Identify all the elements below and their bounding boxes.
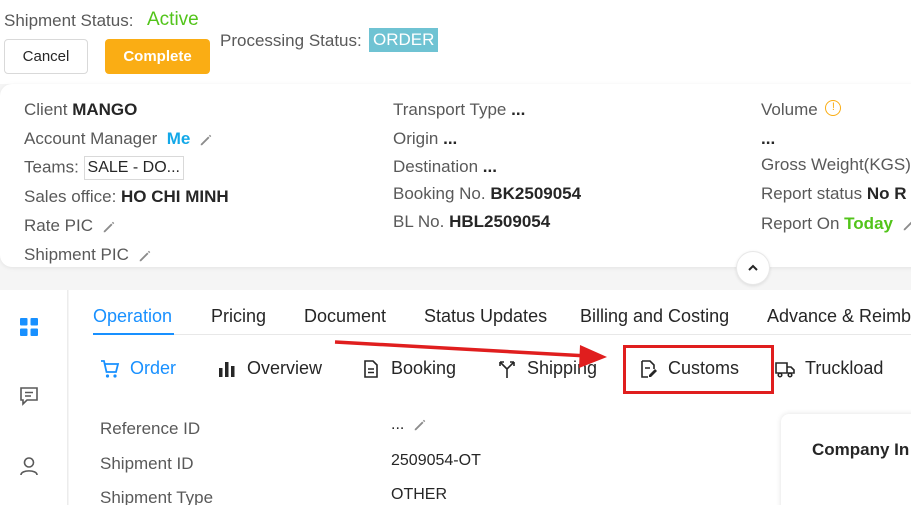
tabs-divider: [93, 334, 911, 335]
tab-status-updates[interactable]: Status Updates: [424, 306, 547, 327]
dashboard-icon[interactable]: [18, 316, 40, 338]
shipment-pic-field: Shipment PIC: [24, 245, 152, 265]
teams-label: Teams:: [24, 157, 79, 177]
reference-id-value: ...: [391, 416, 427, 434]
edit-reference-id-icon[interactable]: [413, 418, 427, 432]
processing-status-badge: ORDER: [369, 28, 439, 52]
origin-value: ...: [443, 129, 458, 148]
transport-type-label: Transport Type: [393, 100, 507, 119]
report-status-value: No R: [866, 184, 907, 203]
active-tab-indicator: [93, 333, 174, 335]
message-icon[interactable]: [18, 385, 40, 407]
subtab-order-label: Order: [130, 358, 177, 378]
company-info-card: Company In: [781, 414, 911, 505]
user-icon[interactable]: [18, 455, 40, 477]
shipment-id-value: 2509054-OT: [391, 452, 481, 469]
tab-document[interactable]: Document: [304, 306, 386, 327]
collapse-button[interactable]: [736, 251, 770, 285]
edit-shipment-pic-icon[interactable]: [138, 249, 152, 263]
volume-field: Volume !: [761, 100, 842, 120]
left-sidebar: [0, 290, 68, 505]
shipment-info-card: Client MANGO Account Manager Me Teams: S…: [0, 84, 911, 267]
booking-no-label: Booking No.: [393, 184, 486, 203]
account-manager-field: Account Manager Me: [24, 129, 213, 149]
booking-no-field: Booking No. BK2509054: [393, 184, 581, 204]
edit-account-manager-icon[interactable]: [199, 133, 213, 147]
account-manager-label: Account Manager: [24, 129, 158, 148]
volume-label: Volume: [761, 100, 818, 119]
client-value: MANGO: [72, 100, 138, 119]
subtab-overview-label: Overview: [247, 358, 323, 378]
client-field: Client MANGO: [24, 100, 137, 120]
client-label: Client: [24, 100, 68, 119]
volume-value: ...: [761, 129, 776, 148]
subtab-truckload[interactable]: Truckload: [775, 358, 883, 379]
cart-icon: [101, 359, 120, 378]
subtab-shipping[interactable]: Shipping: [497, 358, 597, 379]
complete-button[interactable]: Complete: [105, 39, 210, 74]
shipment-pic-label: Shipment PIC: [24, 245, 129, 264]
tab-pricing[interactable]: Pricing: [211, 306, 266, 327]
reference-id-text: ...: [391, 416, 405, 433]
info-icon[interactable]: !: [825, 100, 842, 116]
origin-field: Origin ...: [393, 129, 457, 149]
tab-billing-and-costing[interactable]: Billing and Costing: [580, 306, 729, 327]
booking-no-value: BK2509054: [490, 184, 582, 203]
truck-icon: [775, 361, 795, 378]
report-on-label: Report On: [761, 214, 840, 233]
document-icon: [364, 359, 378, 378]
transport-type-field: Transport Type ...: [393, 100, 525, 120]
subtab-booking[interactable]: Booking: [361, 358, 456, 379]
shipment-id-label: Shipment ID: [100, 454, 194, 473]
highlight-box: [623, 345, 774, 394]
shipment-status-label: Shipment Status:: [4, 11, 134, 30]
shipment-type-value: OTHER: [391, 486, 447, 503]
chevron-up-icon: [748, 264, 758, 271]
shipment-status-value: Active: [147, 9, 199, 30]
destination-label: Destination: [393, 157, 479, 176]
subtab-booking-label: Booking: [391, 358, 457, 378]
cancel-button[interactable]: Cancel: [4, 39, 88, 74]
subtab-truckload-label: Truckload: [805, 358, 884, 378]
split-arrows-icon: [499, 360, 515, 378]
account-manager-value: Me: [166, 129, 191, 148]
tab-operation[interactable]: Operation: [93, 306, 172, 327]
destination-value: ...: [482, 157, 497, 176]
gross-weight-field: Gross Weight(KGS): [761, 155, 911, 175]
subtab-overview[interactable]: Overview: [217, 358, 322, 379]
destination-field: Destination ...: [393, 157, 497, 177]
rate-pic-field: Rate PIC: [24, 216, 116, 236]
tab-advance-reimbursement[interactable]: Advance & Reimbu: [767, 306, 911, 327]
volume-value-field: ...: [761, 129, 775, 149]
subtab-shipping-label: Shipping: [527, 358, 598, 378]
shipment-header: Shipment Status: Active Cancel Complete …: [0, 0, 911, 84]
sales-office-label: Sales office:: [24, 187, 117, 206]
bl-no-value: HBL2509054: [449, 212, 551, 231]
company-info-title: Company In: [812, 440, 910, 459]
sales-office-field: Sales office: HO CHI MINH: [24, 187, 229, 207]
bl-no-label: BL No.: [393, 212, 445, 231]
gross-weight-label: Gross Weight(KGS): [761, 155, 911, 174]
rate-pic-label: Rate PIC: [24, 216, 93, 235]
bl-no-field: BL No. HBL2509054: [393, 212, 550, 232]
edit-report-on-icon[interactable]: [902, 218, 911, 232]
report-status-field: Report status No R: [761, 184, 907, 204]
report-on-field: Report On Today: [761, 214, 911, 234]
sales-office-value: HO CHI MINH: [121, 187, 229, 206]
subtab-order[interactable]: Order: [100, 358, 176, 379]
transport-type-value: ...: [511, 100, 526, 119]
report-status-label: Report status: [761, 184, 863, 203]
report-on-value: Today: [844, 214, 893, 233]
origin-label: Origin: [393, 129, 439, 148]
teams-value[interactable]: SALE - DO...: [83, 156, 184, 180]
main-content: Operation Pricing Document Status Update…: [69, 290, 911, 505]
bar-chart-icon: [219, 361, 235, 377]
processing-status-label: Processing Status:: [220, 31, 362, 50]
edit-rate-pic-icon[interactable]: [102, 220, 116, 234]
teams-field: Teams: SALE - DO...: [24, 156, 184, 180]
reference-id-label: Reference ID: [100, 419, 201, 438]
shipment-type-label: Shipment Type: [100, 488, 214, 505]
